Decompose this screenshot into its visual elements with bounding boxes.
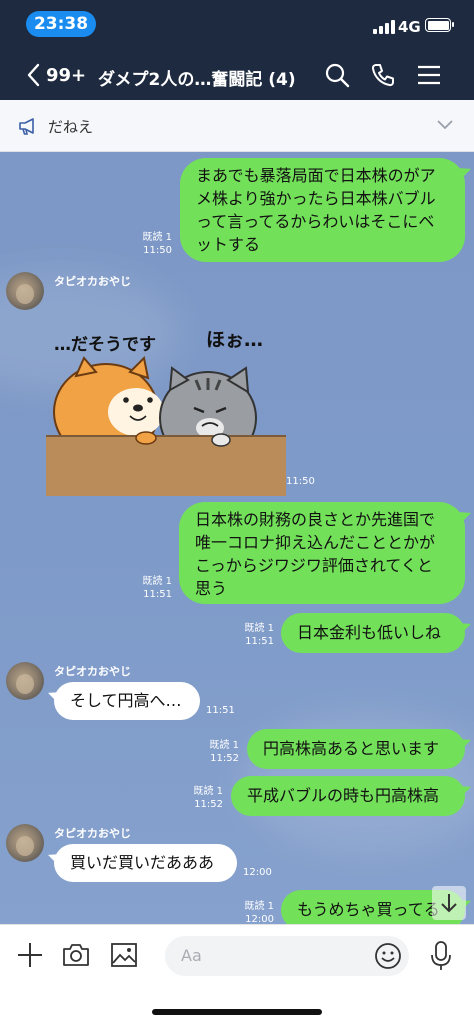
read-receipt: 既読 1 (209, 740, 239, 751)
message-meta: 既読 1 11:52 (171, 785, 223, 811)
scroll-to-bottom-button[interactable] (432, 886, 466, 920)
message-bubble-received[interactable]: 買いだ買いだあああ (54, 844, 237, 882)
sender-name: タピオカおやじ (54, 665, 131, 678)
top-bar: 23:38 4G 99+ ダメプ2人の…奮闘記 (4) (0, 0, 474, 100)
message-time: 12:00 (245, 914, 274, 924)
message-line: まあでも暴落局面で日本株のがア (196, 166, 436, 185)
message-bubble-sent[interactable]: 日本金利も低いしね (281, 613, 465, 653)
network-type: 4G (398, 18, 421, 36)
avatar[interactable] (6, 272, 44, 310)
plus-icon[interactable] (16, 941, 44, 969)
search-icon[interactable] (324, 62, 350, 88)
status-time: 23:38 (26, 11, 96, 37)
chat-area[interactable]: 既読 1 11:50 まあでも暴落局面で日本株のがア メ株より強かったら日本株バ… (0, 152, 474, 924)
sticker-text-right: ほぉ… (206, 329, 263, 351)
read-receipt: 既読 1 (193, 786, 223, 797)
camera-icon[interactable] (62, 941, 90, 969)
input-placeholder: Aa (181, 946, 202, 965)
message-line: ットする (196, 235, 261, 254)
message-line: 買いだ買いだあああ (70, 853, 215, 872)
message-time: 11:50 (143, 245, 172, 256)
message-time: 11:51 (206, 705, 235, 716)
message-line: もうめちゃ買ってる (297, 900, 440, 919)
read-receipt: 既読 1 (142, 576, 172, 587)
battery-icon (425, 18, 454, 32)
message-time: 11:51 (245, 636, 274, 647)
sticker-image[interactable]: …だそうです ほぉ… (46, 320, 286, 496)
message-bubble-received[interactable]: そして円高へ… (54, 682, 200, 720)
message-line: 日本株の財務の良さとか先進国で (195, 510, 436, 529)
sticker-text-left: …だそうです (54, 335, 156, 355)
read-receipt: 既読 1 (244, 623, 274, 634)
arrow-down-icon (441, 894, 457, 913)
emoji-icon[interactable] (374, 942, 402, 970)
message-line: メ株より強かったら日本株バブル (196, 189, 436, 208)
chat-title[interactable]: ダメプ2人の…奮闘記 (4) (98, 65, 296, 90)
menu-icon[interactable] (416, 62, 442, 88)
avatar[interactable] (6, 662, 44, 700)
unread-count: 99+ (46, 64, 87, 86)
message-bubble-sent[interactable]: 円高株高あると思います (247, 729, 465, 769)
message-line: 思う (195, 579, 228, 598)
message-time: 11:51 (143, 589, 172, 600)
message-time: 11:52 (194, 799, 223, 810)
avatar[interactable] (6, 824, 44, 862)
message-input[interactable]: Aa (165, 936, 409, 976)
signal-icon (373, 20, 395, 34)
message-line: 唯一コロナ抑え込んだこととかが (195, 533, 436, 552)
message-time: 11:50 (286, 476, 315, 487)
message-time: 11:52 (210, 753, 239, 764)
message-input-bar: Aa (0, 924, 474, 1024)
sender-name: タピオカおやじ (54, 827, 131, 840)
message-meta: 既読 1 11:50 (120, 231, 172, 257)
message-line: 日本金利も低いしね (297, 623, 442, 642)
announcement-text: だねえ (48, 118, 94, 136)
message-meta: 既読 1 11:52 (187, 739, 239, 765)
message-line: 円高株高あると思います (263, 739, 440, 758)
read-receipt: 既読 1 (244, 901, 274, 912)
message-line: 平成バブルの時も円高株高 (247, 786, 440, 805)
message-meta: 既読 1 11:51 (122, 575, 172, 601)
chat-header: 99+ ダメプ2人の…奮闘記 (4) (0, 50, 474, 100)
status-bar: 23:38 4G (0, 0, 474, 50)
announcement-bar[interactable]: だねえ (0, 100, 474, 152)
chevron-down-icon[interactable] (436, 119, 454, 131)
sender-name: タピオカおやじ (54, 275, 131, 288)
message-line: そして円高へ… (70, 691, 182, 710)
chevron-left-icon (27, 63, 40, 87)
message-meta: 既読 1 12:00 (222, 900, 274, 924)
message-line: って言ってるからわいはそこにベ (196, 212, 435, 231)
message-bubble-sent[interactable]: まあでも暴落局面で日本株のがア メ株より強かったら日本株バブル って言ってるから… (180, 158, 465, 262)
message-line: こっからジワジワ評価されてくと (195, 556, 433, 575)
home-indicator (152, 1009, 322, 1015)
message-bubble-sent[interactable]: 日本株の財務の良さとか先進国で 唯一コロナ抑え込んだこととかが こっからジワジワ… (179, 502, 465, 604)
megaphone-icon (19, 118, 34, 135)
message-bubble-sent[interactable]: 平成バブルの時も円高株高 (231, 776, 465, 816)
back-button[interactable]: 99+ (26, 62, 86, 88)
message-time: 12:00 (243, 867, 272, 878)
microphone-icon[interactable] (429, 940, 453, 972)
read-receipt: 既読 1 (142, 232, 172, 243)
image-icon[interactable] (110, 941, 138, 969)
message-meta: 既読 1 11:51 (222, 622, 274, 648)
phone-icon[interactable] (370, 62, 396, 88)
